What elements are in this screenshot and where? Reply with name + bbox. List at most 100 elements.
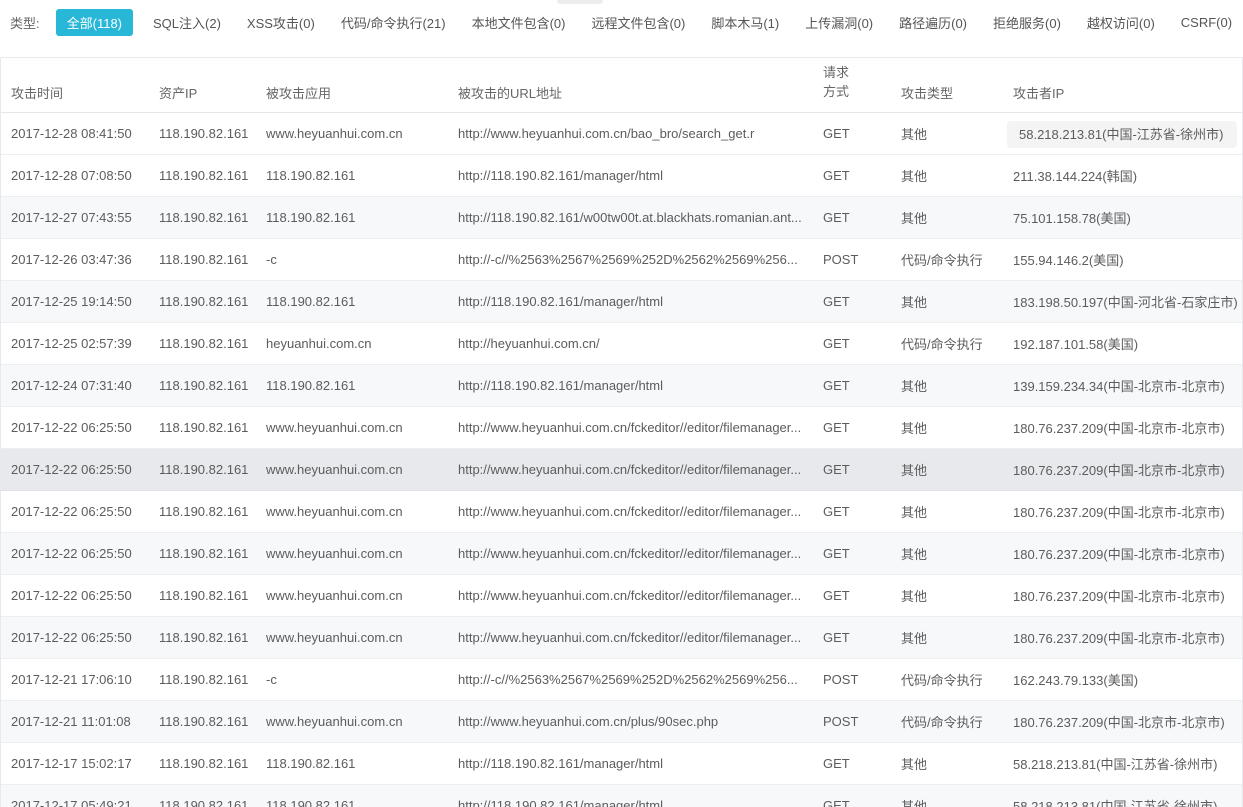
cell-attacked-url: http://www.heyuanhui.com.cn/fckeditor//e… <box>448 532 813 574</box>
table-row[interactable]: 2017-12-26 03:47:36118.190.82.161-chttp:… <box>1 238 1242 280</box>
cell-asset-ip: 118.190.82.161 <box>149 532 256 574</box>
cell-attacked-url: http://www.heyuanhui.com.cn/fckeditor//e… <box>448 490 813 532</box>
cell-attacked-url: http://www.heyuanhui.com.cn/fckeditor//e… <box>448 616 813 658</box>
cell-attack-type: 其他 <box>891 280 1003 322</box>
cell-request-method: GET <box>813 406 891 448</box>
table-row[interactable]: 2017-12-25 02:57:39118.190.82.161heyuanh… <box>1 322 1242 364</box>
cell-request-method: GET <box>813 616 891 658</box>
table-body: 2017-12-28 08:41:50118.190.82.161www.hey… <box>1 112 1242 807</box>
cell-attacker-ip: 192.187.101.58(美国) <box>1003 322 1242 364</box>
cell-attack-time: 2017-12-24 07:31:40 <box>1 364 149 406</box>
cell-attacked-url: http://heyuanhui.com.cn/ <box>448 322 813 364</box>
filter-chip-0-selected[interactable]: 全部(118) <box>56 9 133 36</box>
cell-attack-time: 2017-12-26 03:47:36 <box>1 238 149 280</box>
cell-attacker-ip: 58.218.213.81(中国-江苏省-徐州市) <box>1003 112 1242 154</box>
cell-attack-time: 2017-12-25 02:57:39 <box>1 322 149 364</box>
cell-attack-time: 2017-12-21 11:01:08 <box>1 700 149 742</box>
cell-attacked-url: http://118.190.82.161/manager/html <box>448 784 813 807</box>
cell-attacker-ip: 180.76.237.209(中国-北京市-北京市) <box>1003 406 1242 448</box>
filter-chip-4[interactable]: 本地文件包含(0) <box>470 9 568 36</box>
cell-asset-ip: 118.190.82.161 <box>149 490 256 532</box>
attack-log-table: 攻击时间 资产IP 被攻击应用 被攻击的URL地址 请求方式 攻击类型 攻击者I… <box>1 58 1242 807</box>
cell-attacker-ip: 58.218.213.81(中国-江苏省-徐州市) <box>1003 784 1242 807</box>
cell-request-method: GET <box>813 574 891 616</box>
cell-attacked-url: http://118.190.82.161/manager/html <box>448 742 813 784</box>
cell-attacked-url: http://118.190.82.161/manager/html <box>448 364 813 406</box>
table-row[interactable]: 2017-12-25 19:14:50118.190.82.161118.190… <box>1 280 1242 322</box>
cell-asset-ip: 118.190.82.161 <box>149 406 256 448</box>
table-row[interactable]: 2017-12-22 06:25:50118.190.82.161www.hey… <box>1 574 1242 616</box>
cell-attack-time: 2017-12-22 06:25:50 <box>1 574 149 616</box>
filter-chip-2[interactable]: XSS攻击(0) <box>245 9 317 36</box>
cell-attacker-ip: 180.76.237.209(中国-北京市-北京市) <box>1003 700 1242 742</box>
table-row[interactable]: 2017-12-28 07:08:50118.190.82.161118.190… <box>1 154 1242 196</box>
filter-chip-11[interactable]: CSRF(0) <box>1179 11 1234 34</box>
cell-attack-time: 2017-12-27 07:43:55 <box>1 196 149 238</box>
cell-attack-type: 其他 <box>891 532 1003 574</box>
cell-attack-time: 2017-12-22 06:25:50 <box>1 490 149 532</box>
cell-attack-type: 代码/命令执行 <box>891 322 1003 364</box>
cell-attacked-url: http://118.190.82.161/w00tw00t.at.blackh… <box>448 196 813 238</box>
cell-asset-ip: 118.190.82.161 <box>149 784 256 807</box>
cell-attacked-app: www.heyuanhui.com.cn <box>256 490 448 532</box>
cell-attacked-app: www.heyuanhui.com.cn <box>256 112 448 154</box>
cell-attacker-ip: 180.76.237.209(中国-北京市-北京市) <box>1003 490 1242 532</box>
cell-asset-ip: 118.190.82.161 <box>149 658 256 700</box>
cell-asset-ip: 118.190.82.161 <box>149 112 256 154</box>
col-header-request-method: 请求方式 <box>813 58 891 112</box>
cell-attack-type: 其他 <box>891 406 1003 448</box>
table-row[interactable]: 2017-12-27 07:43:55118.190.82.161118.190… <box>1 196 1242 238</box>
filter-chip-5[interactable]: 远程文件包含(0) <box>589 9 687 36</box>
cell-attack-type: 代码/命令执行 <box>891 238 1003 280</box>
table-header-row: 攻击时间 资产IP 被攻击应用 被攻击的URL地址 请求方式 攻击类型 攻击者I… <box>1 58 1242 112</box>
cell-attack-type: 其他 <box>891 154 1003 196</box>
cell-attacked-url: http://www.heyuanhui.com.cn/plus/90sec.p… <box>448 700 813 742</box>
filter-chip-8[interactable]: 路径遍历(0) <box>897 9 969 36</box>
cell-request-method: GET <box>813 742 891 784</box>
filter-chip-3[interactable]: 代码/命令执行(21) <box>339 9 448 36</box>
filter-chip-1[interactable]: SQL注入(2) <box>151 9 223 36</box>
cell-request-method: GET <box>813 280 891 322</box>
cell-attack-type: 代码/命令执行 <box>891 658 1003 700</box>
table-row[interactable]: 2017-12-17 15:02:17118.190.82.161118.190… <box>1 742 1242 784</box>
cell-request-method: POST <box>813 658 891 700</box>
table-row[interactable]: 2017-12-17 05:49:21118.190.82.161118.190… <box>1 784 1242 807</box>
cell-asset-ip: 118.190.82.161 <box>149 196 256 238</box>
table-row[interactable]: 2017-12-21 17:06:10118.190.82.161-chttp:… <box>1 658 1242 700</box>
cell-attacked-url: http://-c//%2563%2567%2569%252D%2562%256… <box>448 238 813 280</box>
table-row[interactable]: 2017-12-24 07:31:40118.190.82.161118.190… <box>1 364 1242 406</box>
table-row[interactable]: 2017-12-21 11:01:08118.190.82.161www.hey… <box>1 700 1242 742</box>
attack-log-page: 类型: 全部(118)SQL注入(2)XSS攻击(0)代码/命令执行(21)本地… <box>0 0 1243 807</box>
cell-request-method: POST <box>813 238 891 280</box>
col-header-attacked-url: 被攻击的URL地址 <box>448 58 813 112</box>
cell-attacked-app: 118.190.82.161 <box>256 364 448 406</box>
cell-attacked-app: -c <box>256 238 448 280</box>
cell-asset-ip: 118.190.82.161 <box>149 742 256 784</box>
table-row[interactable]: 2017-12-22 06:25:50118.190.82.161www.hey… <box>1 448 1242 490</box>
cell-attacked-app: heyuanhui.com.cn <box>256 322 448 364</box>
table-row[interactable]: 2017-12-22 06:25:50118.190.82.161www.hey… <box>1 406 1242 448</box>
table-row[interactable]: 2017-12-22 06:25:50118.190.82.161www.hey… <box>1 616 1242 658</box>
cell-attacker-ip: 180.76.237.209(中国-北京市-北京市) <box>1003 574 1242 616</box>
cell-request-method: GET <box>813 364 891 406</box>
cell-attack-type: 其他 <box>891 364 1003 406</box>
clipped-top-element <box>557 0 603 4</box>
cell-attacker-ip: 139.159.234.34(中国-北京市-北京市) <box>1003 364 1242 406</box>
cell-attacker-ip: 58.218.213.81(中国-江苏省-徐州市) <box>1003 742 1242 784</box>
table-row[interactable]: 2017-12-28 08:41:50118.190.82.161www.hey… <box>1 112 1242 154</box>
filter-chip-7[interactable]: 上传漏洞(0) <box>803 9 875 36</box>
filter-chip-9[interactable]: 拒绝服务(0) <box>991 9 1063 36</box>
col-header-attack-type: 攻击类型 <box>891 58 1003 112</box>
cell-asset-ip: 118.190.82.161 <box>149 616 256 658</box>
filter-chip-6[interactable]: 脚本木马(1) <box>709 9 781 36</box>
cell-attack-time: 2017-12-28 07:08:50 <box>1 154 149 196</box>
table-row[interactable]: 2017-12-22 06:25:50118.190.82.161www.hey… <box>1 532 1242 574</box>
filter-chip-10[interactable]: 越权访问(0) <box>1085 9 1157 36</box>
cell-attacked-app: 118.190.82.161 <box>256 742 448 784</box>
cell-attack-time: 2017-12-28 08:41:50 <box>1 112 149 154</box>
table-row[interactable]: 2017-12-22 06:25:50118.190.82.161www.hey… <box>1 490 1242 532</box>
cell-attack-time: 2017-12-17 15:02:17 <box>1 742 149 784</box>
cell-request-method: GET <box>813 490 891 532</box>
cell-attacked-app: 118.190.82.161 <box>256 196 448 238</box>
cell-attack-type: 其他 <box>891 490 1003 532</box>
